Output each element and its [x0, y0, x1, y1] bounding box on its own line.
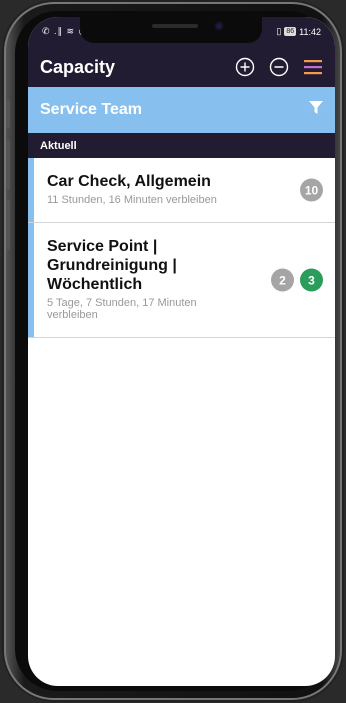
side-button — [6, 200, 10, 250]
status-right: ▯ 86 11:42 — [276, 26, 321, 37]
filter-bar[interactable]: Service Team — [28, 87, 335, 133]
minus-circle-icon[interactable] — [269, 57, 289, 77]
item-accent — [28, 223, 34, 337]
list-item[interactable]: Service Point | Grundreinigung | Wöchent… — [28, 223, 335, 338]
item-accent — [28, 158, 34, 222]
notch — [80, 17, 262, 43]
vibrate-icon: ▯ — [276, 26, 282, 36]
app-bar: Capacity — [28, 47, 335, 87]
item-remaining: 11 Stunden, 16 Minuten verbleiben — [47, 194, 217, 206]
section-header: Aktuell — [28, 133, 335, 158]
battery-level: 86 — [284, 27, 297, 36]
menu-icon[interactable] — [303, 57, 323, 77]
item-title: Service Point | Grundreinigung | Wöchent… — [47, 238, 177, 293]
power-button — [6, 140, 10, 190]
item-badges: 2 3 — [271, 268, 323, 292]
item-title: Car Check, Allgemein — [47, 173, 211, 190]
team-name: Service Team — [40, 101, 142, 118]
list-item[interactable]: Car Check, Allgemein 11 Stunden, 16 Minu… — [28, 158, 335, 223]
app-title: Capacity — [40, 56, 116, 77]
count-badge: 2 — [271, 268, 294, 292]
item-badges: 10 — [300, 178, 323, 202]
count-badge: 10 — [300, 178, 323, 202]
app-screen: ✆ .∥ ≋ ◷ : ▯ 86 11:42 Capacity Service T… — [28, 17, 335, 686]
volume-button — [6, 100, 10, 128]
speaker — [152, 24, 198, 28]
item-remaining: 5 Tage, 7 Stunden, 17 Minuten verbleiben — [47, 297, 197, 321]
front-camera — [214, 21, 224, 31]
clock: 11:42 — [299, 26, 321, 37]
plus-circle-icon[interactable] — [235, 57, 255, 77]
filter-icon[interactable] — [309, 100, 323, 120]
status-bar: ✆ .∥ ≋ ◷ : ▯ 86 11:42 — [28, 17, 335, 47]
count-badge: 3 — [300, 268, 323, 292]
